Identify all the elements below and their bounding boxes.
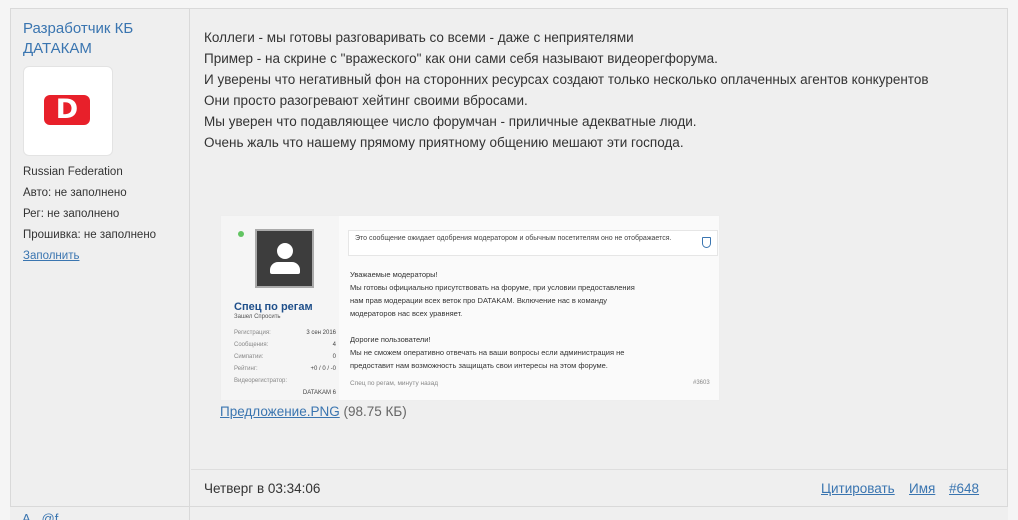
post-author-panel: Разработчик КБ ДАТАКАМ D Russian Federat… <box>11 9 190 507</box>
screenshot-stat: Симпатии: 0 <box>234 354 336 360</box>
post-text: Коллеги - мы готовы разговаривать со все… <box>204 27 929 153</box>
screenshot-message-line: Мы не сможем оперативно отвечать на ваши… <box>350 348 625 357</box>
attachment-size: (98.75 КБ) <box>343 404 407 419</box>
default-avatar-icon <box>255 229 314 288</box>
post-date: Четверг в 03:34:06 <box>204 481 321 496</box>
screenshot-message-line: нам прав модерации всех веток про DATAKA… <box>350 296 608 305</box>
screenshot-stat: Видеорегистратор: <box>234 378 288 384</box>
moderation-notice: Это сообщение ожидает одобрения модерато… <box>348 230 718 256</box>
online-status-icon <box>238 231 244 237</box>
screenshot-user-panel: Спец по регам Зашел Спросить Регистрация… <box>221 216 339 400</box>
post-line: Мы уверен что подавляющее число форумчан… <box>204 114 697 129</box>
author-auto: Авто: не заполнено <box>23 187 127 199</box>
author-reg: Рег: не заполнено <box>23 208 120 220</box>
fill-profile-link[interactable]: Заполнить <box>23 249 79 263</box>
attachment: Предложение.PNG (98.75 КБ) <box>220 402 407 422</box>
screenshot-message-line: Дорогие пользователи! <box>350 335 431 344</box>
screenshot-usertitle: Зашел Спросить <box>234 314 281 320</box>
post-content: Коллеги - мы готовы разговаривать со все… <box>191 9 1007 469</box>
screenshot-message-line: Мы готовы официально присутствовать на ф… <box>350 283 635 292</box>
screenshot-post-footer: Спец по регам, минуту назад <box>350 380 439 387</box>
attachment-filename-link[interactable]: Предложение.PNG <box>220 404 340 419</box>
screenshot-message-line: Уважаемые модераторы! <box>350 270 438 279</box>
avatar[interactable]: D <box>23 66 113 156</box>
post-line: Очень жаль что нашему прямому приятному … <box>204 135 684 150</box>
forum-post: Разработчик КБ ДАТАКАМ D Russian Federat… <box>10 8 1008 507</box>
author-name-link[interactable]: Разработчик КБ ДАТАКАМ <box>23 19 173 59</box>
next-author-name[interactable]: A...@f... <box>22 511 69 520</box>
post-line: Коллеги - мы готовы разговаривать со все… <box>204 30 634 45</box>
screenshot-message-line: предоставит нам возможность защищать сво… <box>350 361 608 370</box>
datakam-logo-icon: D <box>44 95 90 125</box>
screenshot-username: Спец по регам <box>234 301 313 313</box>
screenshot-post-number: #3603 <box>693 380 710 386</box>
author-firmware: Прошивка: не заполнено <box>23 229 157 241</box>
post-line: Они просто разогревают хейтинг своими вб… <box>204 93 528 108</box>
attached-screenshot[interactable]: Спец по регам Зашел Спросить Регистрация… <box>220 215 720 401</box>
post-footer: Четверг в 03:34:06 Цитировать Имя #648 <box>191 469 1007 507</box>
screenshot-stat: Сообщения: 4 <box>234 342 336 348</box>
screenshot-stat: Рейтинг: +0 / 0 / -0 <box>234 366 336 372</box>
author-country: Russian Federation <box>23 166 123 178</box>
shield-icon <box>702 237 711 248</box>
post-line: Пример - на скрине с "вражеского" как он… <box>204 51 718 66</box>
quote-link[interactable]: Цитировать <box>821 481 895 496</box>
screenshot-message-line: модераторов нас всех уравняет. <box>350 309 463 318</box>
name-link[interactable]: Имя <box>909 481 935 496</box>
post-line: И уверены что негативный фон на сторонни… <box>204 72 929 87</box>
screenshot-stat: Регистрация: 3 сен 2016 <box>234 330 336 336</box>
post-permalink[interactable]: #648 <box>949 481 979 496</box>
next-post: A...@f... <box>10 506 1008 520</box>
